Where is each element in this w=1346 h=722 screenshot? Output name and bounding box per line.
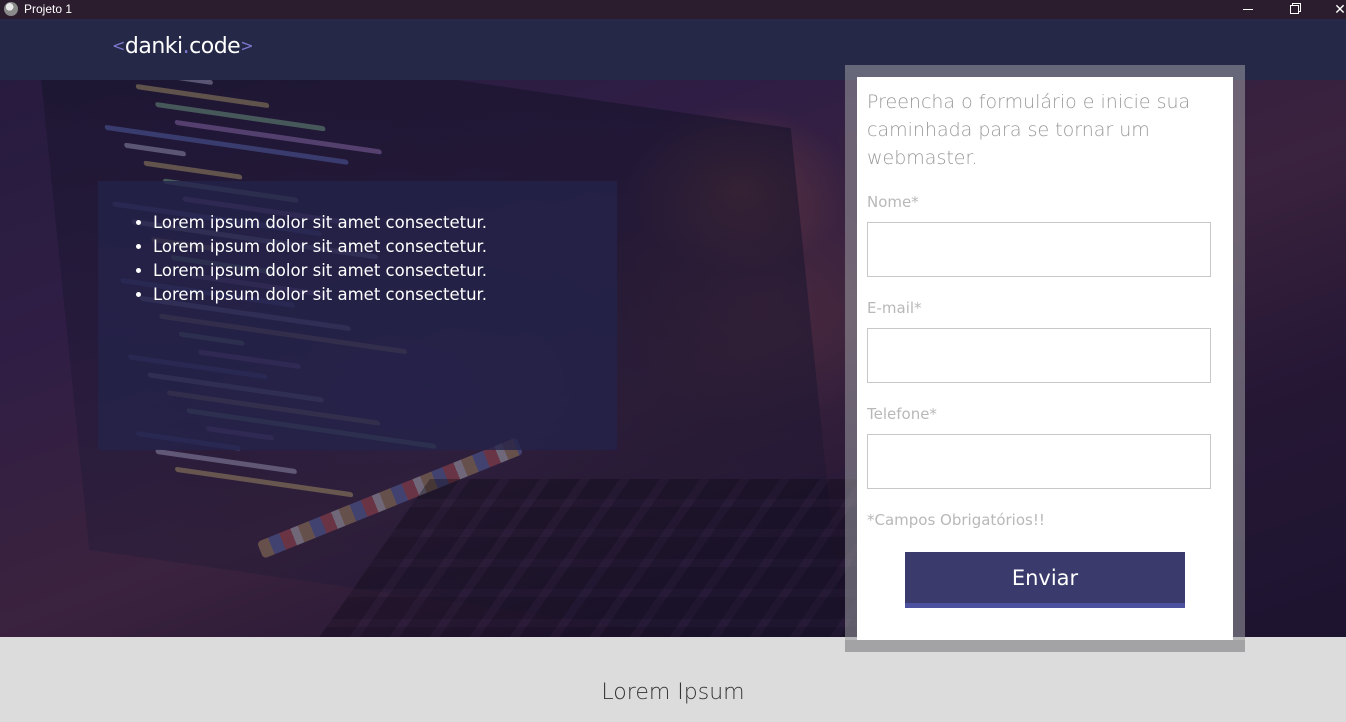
name-field[interactable] xyxy=(867,222,1211,277)
required-fields-note: *Campos Obrigatórios!! xyxy=(867,511,1045,529)
globe-icon xyxy=(4,2,18,16)
name-label: Nome* xyxy=(867,193,919,211)
list-item: Lorem ipsum dolor sit amet consectetur. xyxy=(153,235,487,259)
benefits-list: Lorem ipsum dolor sit amet consectetur. … xyxy=(153,211,487,307)
window-title: Projeto 1 xyxy=(24,2,73,16)
logo-text-danki: danki xyxy=(124,34,183,59)
list-item: Lorem ipsum dolor sit amet consectetur. xyxy=(153,211,487,235)
email-field[interactable] xyxy=(867,328,1211,383)
submit-button[interactable]: Enviar xyxy=(905,552,1185,608)
restore-button[interactable] xyxy=(1271,0,1317,19)
section-title: Lorem Ipsum xyxy=(601,680,745,705)
email-label: E-mail* xyxy=(867,299,922,317)
form-title: Preencha o formulário e inicie sua camin… xyxy=(867,91,1191,169)
logo-text-code: code xyxy=(189,34,241,59)
window-title-bar: Projeto 1 ✕ xyxy=(0,0,1346,19)
info-box: Lorem ipsum dolor sit amet consectetur. … xyxy=(98,181,617,450)
list-item: Lorem ipsum dolor sit amet consectetur. xyxy=(153,259,487,283)
logo-bracket-close: > xyxy=(240,36,254,55)
logo[interactable]: <danki.code> xyxy=(112,34,254,59)
logo-bracket-open: < xyxy=(112,36,125,55)
phone-label: Telefone* xyxy=(867,405,937,423)
close-button[interactable]: ✕ xyxy=(1317,0,1346,19)
minimize-button[interactable] xyxy=(1225,0,1271,19)
list-item: Lorem ipsum dolor sit amet consectetur. xyxy=(153,283,487,307)
phone-field[interactable] xyxy=(867,434,1211,489)
